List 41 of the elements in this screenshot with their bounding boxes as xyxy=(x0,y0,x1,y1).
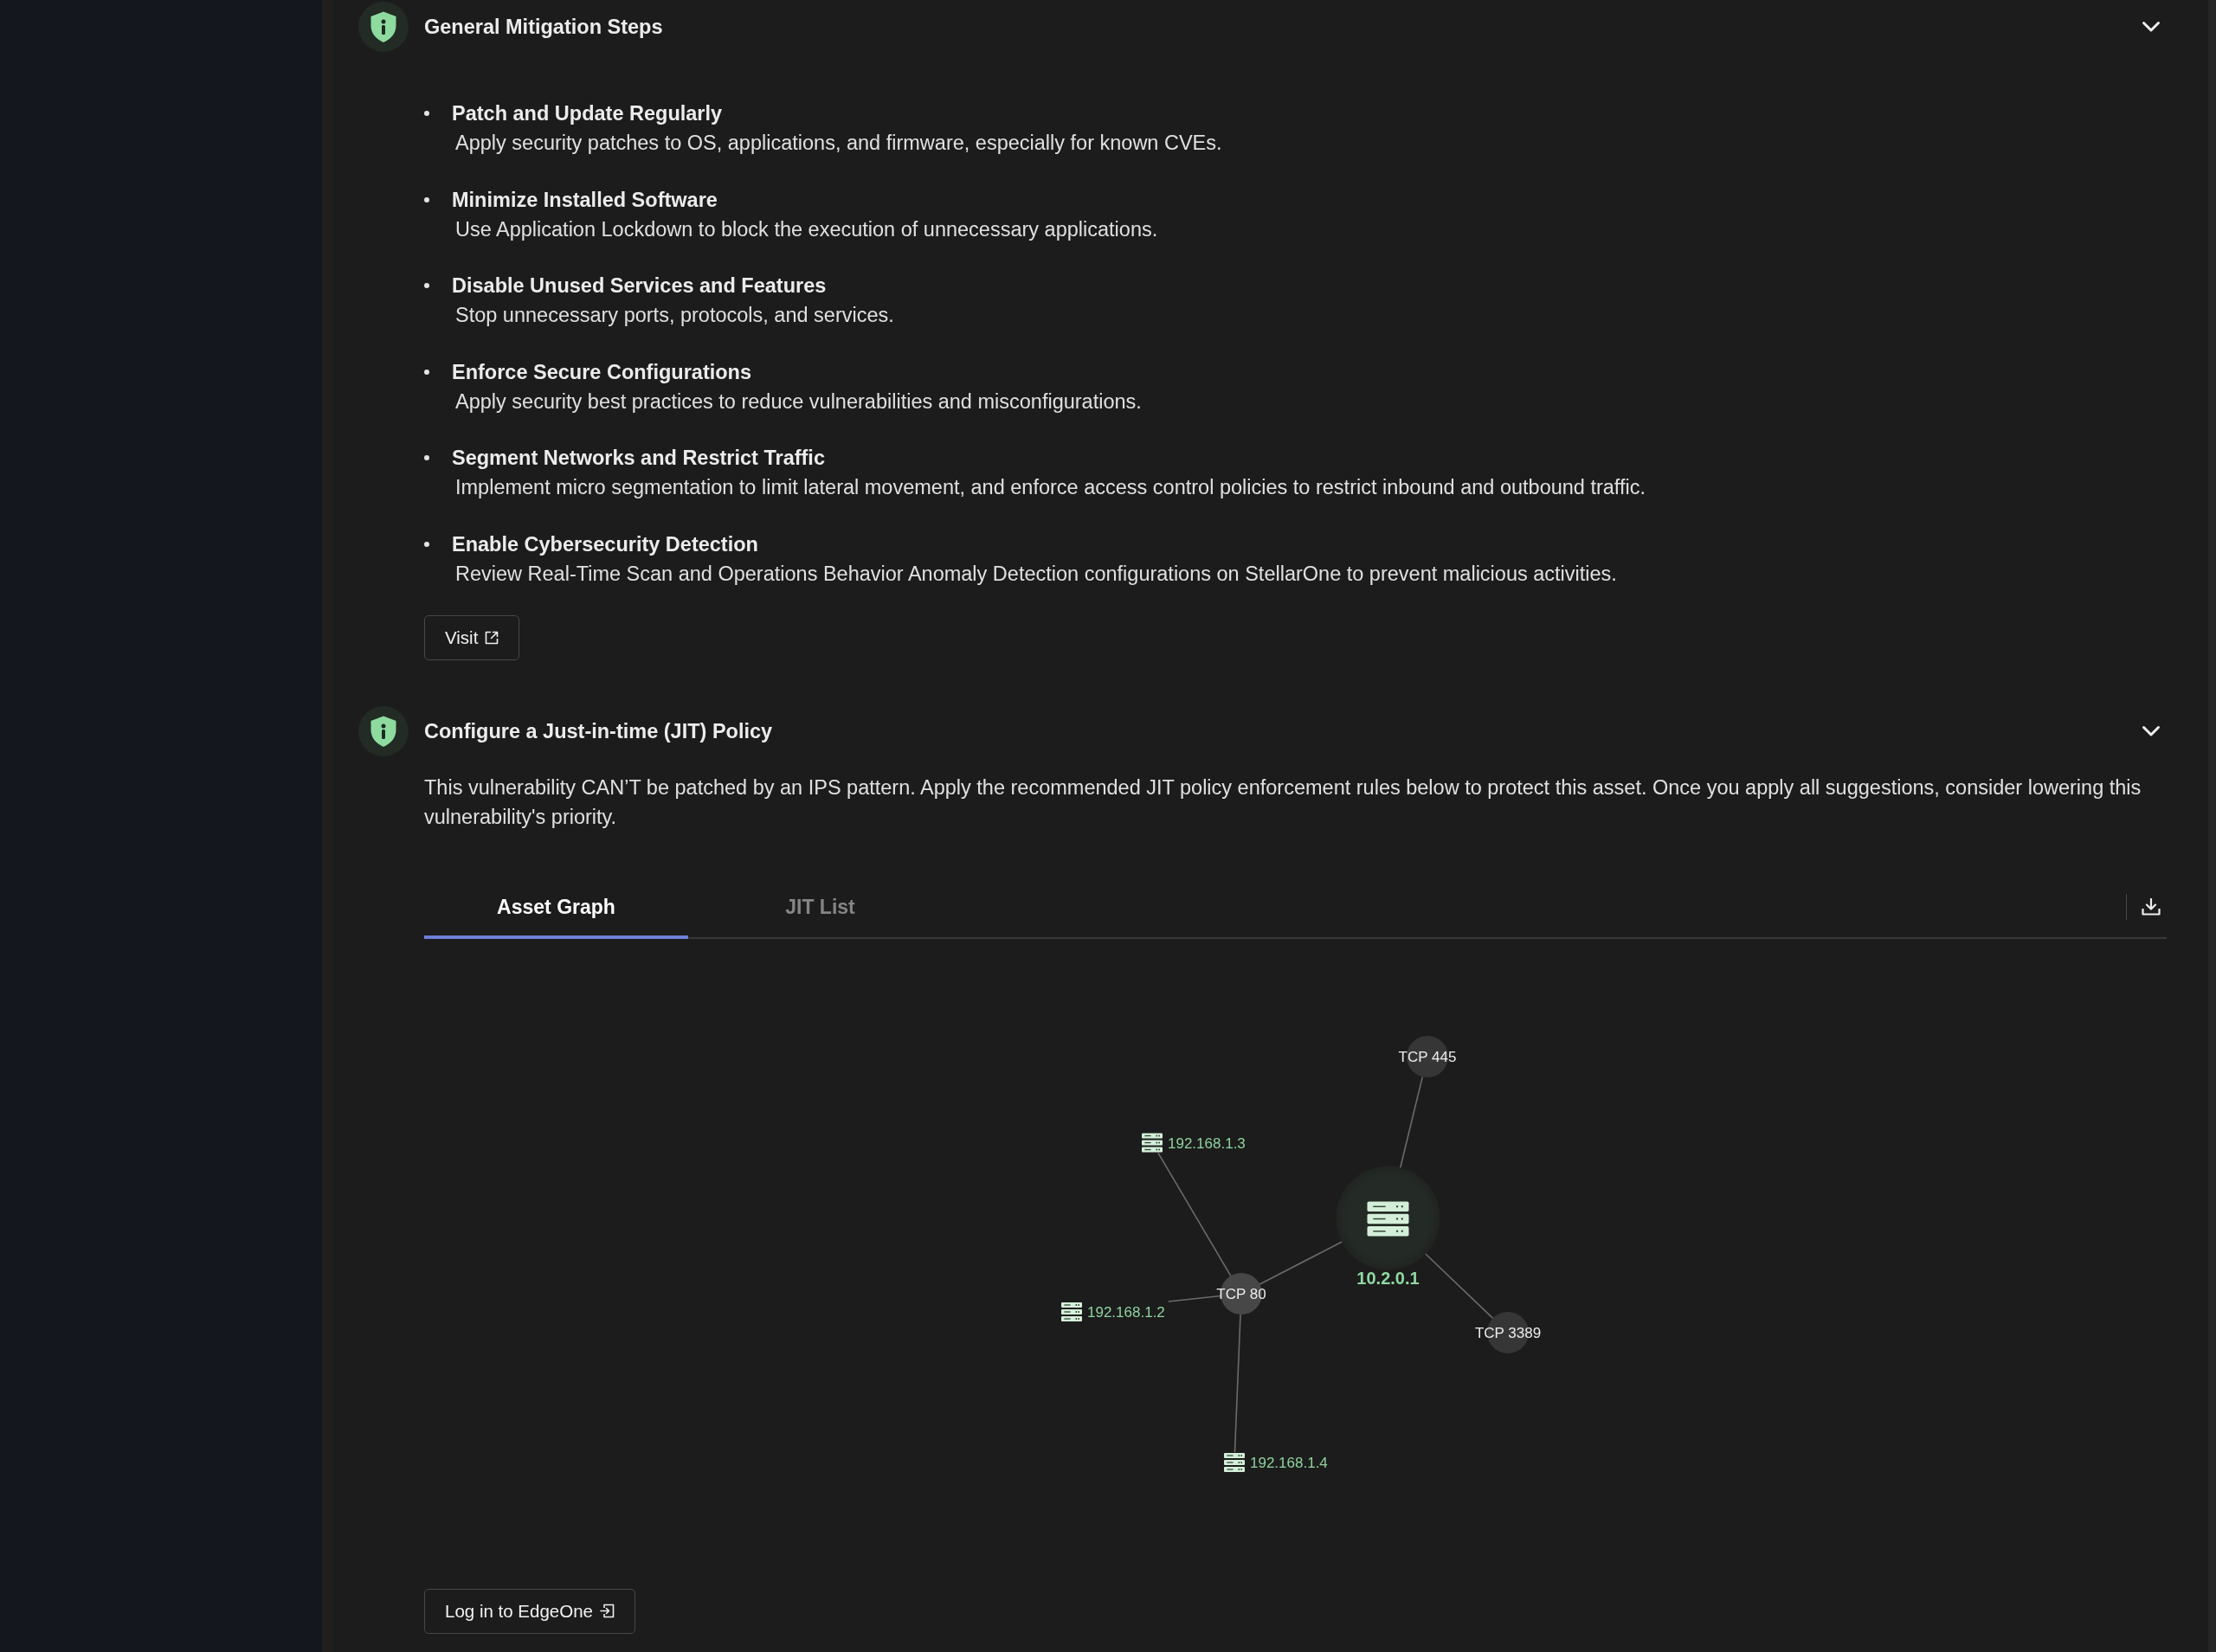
step-description: Apply security patches to OS, applications, and firmware, especially for known CVEs. xyxy=(455,131,1222,156)
server-icon xyxy=(1224,1452,1245,1472)
step-title: Disable Unused Services and Features xyxy=(452,273,827,299)
bullet-icon xyxy=(424,455,429,461)
download-icon xyxy=(2142,897,2161,916)
step-title: Segment Networks and Restrict Traffic xyxy=(452,446,825,472)
server-icon xyxy=(1061,1302,1082,1321)
tab[interactable]: JIT List xyxy=(688,876,952,939)
section-title: Configure a Just-in-time (JIT) Policy xyxy=(424,718,773,744)
section-title: General Mitigation Steps xyxy=(424,15,663,40)
login-button[interactable]: Log in to EdgeOne xyxy=(424,1588,635,1634)
server-icon xyxy=(1367,1201,1409,1237)
step-title: Enable Cybersecurity Detection xyxy=(452,531,758,557)
tab[interactable]: Asset Graph xyxy=(424,876,688,939)
host-label: 192.168.1.2 xyxy=(1087,1303,1165,1321)
step-title: Minimize Installed Software xyxy=(452,187,718,213)
bullet-icon xyxy=(424,111,429,116)
step-description: Use Application Lockdown to block the execution of unnecessary applications. xyxy=(455,216,1158,242)
shield-icon xyxy=(358,705,409,756)
step-title: Enforce Secure Configurations xyxy=(452,359,752,385)
policy-description: This vulnerability CAN’T be patched by an IPS pattern. Apply the recommended JIT policy enforcement rules below to protect this asset. Once you apply all suggestions, consider lowering this vulnerability's priority. xyxy=(424,775,2142,830)
step-description: Apply security best practices to reduce vulnerabilities and misconfigurations. xyxy=(455,389,1142,415)
download-button[interactable] xyxy=(2142,897,2161,916)
shield-icon xyxy=(358,2,409,52)
external-link-icon xyxy=(485,630,499,645)
host-label: 192.168.1.3 xyxy=(1168,1135,1246,1152)
step-description: Review Real-Time Scan and Operations Behavior Anomaly Detection configurations on StellarOne to prevent malicious activities. xyxy=(455,561,1617,587)
chevron-icon[interactable] xyxy=(2142,724,2161,737)
asset-label: 10.2.0.1 xyxy=(1356,1268,1420,1288)
step-description: Implement micro segmentation to limit lateral movement, and enforce access control policies to restrict inbound and outbound traffic. xyxy=(455,475,1646,501)
bullet-icon xyxy=(424,541,429,547)
bullet-icon xyxy=(424,369,429,375)
visit-button[interactable]: Visit xyxy=(424,614,520,660)
server-icon xyxy=(1142,1133,1163,1153)
login-icon xyxy=(599,1604,615,1619)
chevron-icon[interactable] xyxy=(2142,21,2161,33)
step-title: Patch and Update Regularly xyxy=(452,101,723,126)
host-label: 192.168.1.4 xyxy=(1250,1454,1328,1471)
bullet-icon xyxy=(424,283,429,289)
step-description: Stop unnecessary ports, protocols, and services. xyxy=(455,303,894,329)
bullet-icon xyxy=(424,196,429,202)
